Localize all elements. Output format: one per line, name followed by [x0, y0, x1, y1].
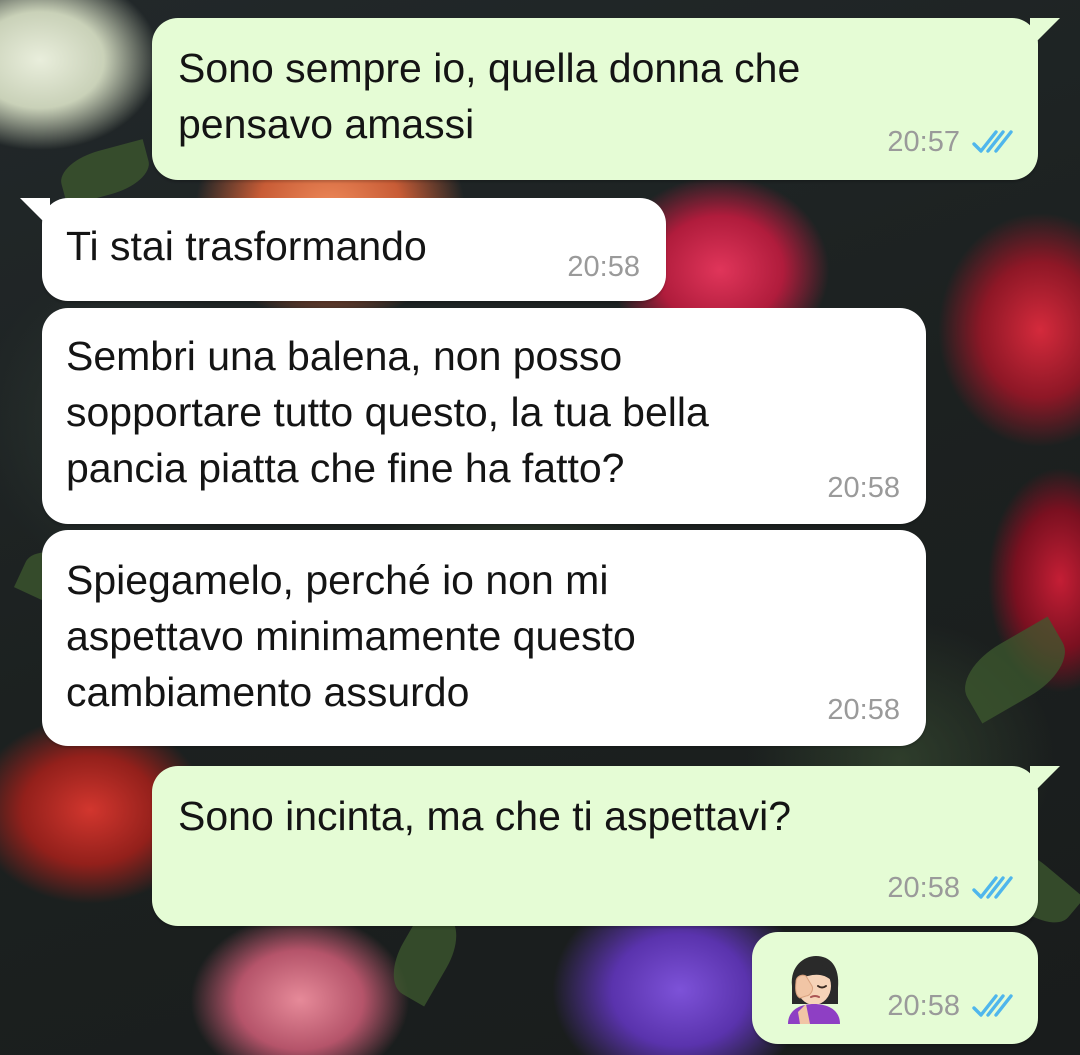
- message-meta: 20:58: [887, 990, 1016, 1022]
- message-bubble-incoming[interactable]: Spiegamelo, perché io non mi aspettavo m…: [42, 530, 926, 746]
- message-meta: 20:58: [827, 694, 900, 726]
- message-time: 20:58: [567, 251, 640, 283]
- read-double-check-icon: [972, 876, 1013, 899]
- message-text: Sembri una balena, non posso sopportare …: [66, 333, 709, 491]
- message-time: 20:58: [887, 872, 960, 904]
- message-bubble-incoming[interactable]: Ti stai trasformando 20:58: [20, 198, 666, 301]
- message-time: 20:58: [827, 472, 900, 504]
- message-text: Ti stai trasformando: [66, 223, 427, 269]
- message-meta: 20:58: [827, 472, 900, 504]
- message-time: 20:57: [887, 126, 960, 158]
- message-bubble-outgoing[interactable]: Sono sempre io, quella donna che pensavo…: [152, 18, 1060, 180]
- read-double-check-icon: [972, 130, 1013, 153]
- message-bubble-incoming[interactable]: Sembri una balena, non posso sopportare …: [42, 308, 926, 524]
- message-meta: 20:58: [567, 251, 640, 283]
- message-time: 20:58: [827, 694, 900, 726]
- face-palm-woman-emoji: [788, 956, 840, 1024]
- message-meta: 20:57: [887, 126, 1016, 158]
- message-text: Sono incinta, ma che ti aspettavi?: [178, 793, 792, 839]
- read-double-check-icon: [972, 994, 1013, 1017]
- message-text: Spiegamelo, perché io non mi aspettavo m…: [66, 557, 636, 715]
- message-time: 20:58: [887, 990, 960, 1022]
- message-bubble-outgoing[interactable]: Sono incinta, ma che ti aspettavi? 20:58: [152, 766, 1060, 926]
- message-text: Sono sempre io, quella donna che pensavo…: [178, 45, 801, 147]
- message-bubble-outgoing[interactable]: 20:58: [752, 932, 1038, 1044]
- message-meta: 20:58: [887, 872, 1016, 904]
